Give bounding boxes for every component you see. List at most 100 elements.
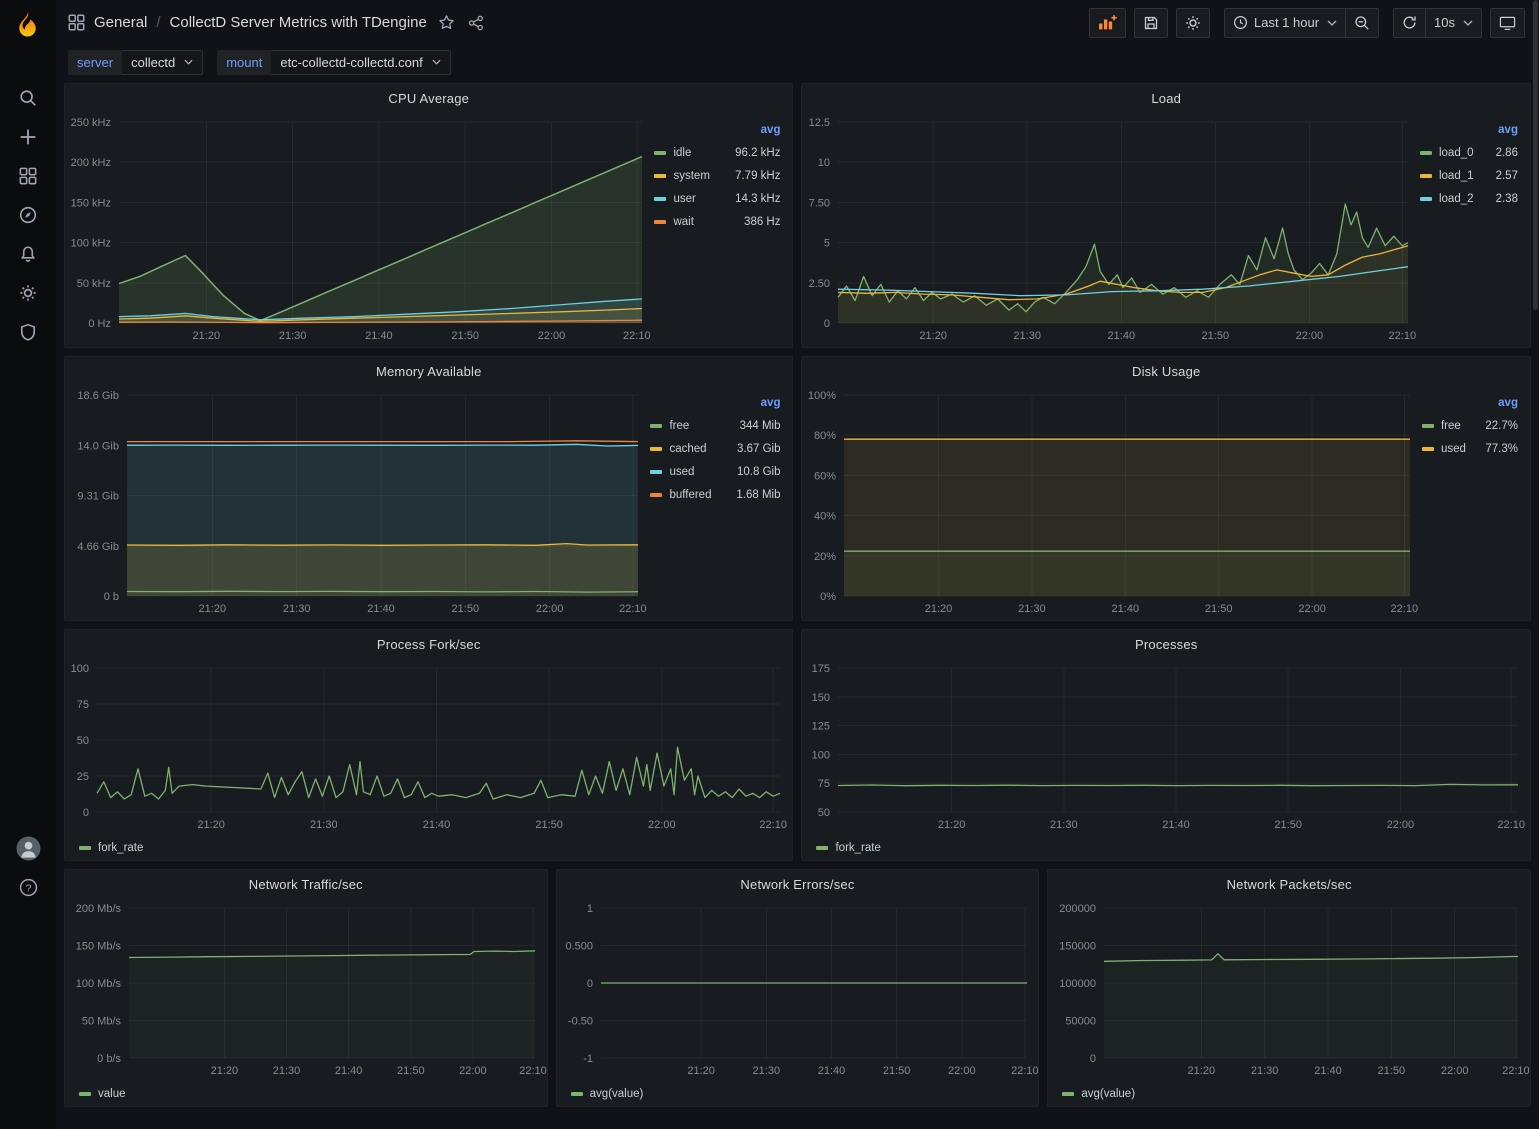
panel-header[interactable]: Process Fork/sec xyxy=(65,630,792,658)
series-color-swatch xyxy=(1420,174,1432,178)
legend-item-avgvalue[interactable]: avg(value) xyxy=(571,1084,644,1104)
sidebar-item-profile[interactable] xyxy=(0,829,56,868)
series-name: buffered xyxy=(669,489,711,501)
panel-header[interactable]: Network Traffic/sec xyxy=(65,870,547,898)
process-fork-chart[interactable]: 025507510021:2021:3021:4021:5022:0022:10 xyxy=(65,658,792,836)
panel-header[interactable]: Network Packets/sec xyxy=(1048,870,1530,898)
series-color-swatch xyxy=(1422,447,1434,451)
dashboard-title[interactable]: CollectD Server Metrics with TDengine xyxy=(170,14,427,31)
share-dashboard-button[interactable] xyxy=(466,13,486,33)
legend-item-value[interactable]: value xyxy=(79,1084,126,1104)
save-dashboard-button[interactable] xyxy=(1134,8,1168,38)
network-traffic-chart[interactable]: 0 b/s50 Mb/s100 Mb/s150 Mb/s200 Mb/s21:2… xyxy=(65,898,547,1082)
panel-header[interactable]: Processes xyxy=(802,630,1530,658)
refresh-interval-picker[interactable]: 10s xyxy=(1426,8,1482,38)
zoom-out-button[interactable] xyxy=(1346,8,1379,38)
series-color-swatch xyxy=(1420,197,1432,201)
sidebar-item-configuration[interactable] xyxy=(0,273,56,312)
sidebar-item-help[interactable]: ? xyxy=(0,868,56,907)
legend-item-load_0[interactable]: load_02.86 xyxy=(1420,141,1518,164)
panel-header[interactable]: CPU Average xyxy=(65,84,792,112)
series-avg-value: 2.57 xyxy=(1484,170,1518,182)
dashboard-settings-button[interactable] xyxy=(1176,8,1210,38)
monitor-icon xyxy=(1499,15,1516,31)
variable-server-label: server xyxy=(68,50,122,75)
svg-text:21:50: 21:50 xyxy=(1378,1065,1406,1077)
sidebar-item-create[interactable] xyxy=(0,117,56,156)
processes-chart[interactable]: 507510012515017521:2021:3021:4021:5022:0… xyxy=(802,658,1530,836)
legend-item-cached[interactable]: cached3.67 Gib xyxy=(650,437,780,460)
load-chart[interactable]: 02.5057.501012.521:2021:3021:4021:5022:0… xyxy=(802,112,1420,347)
legend-item-used[interactable]: used77.3% xyxy=(1422,437,1518,460)
variable-server-value[interactable]: collectd xyxy=(122,50,203,75)
series-avg-value: 3.67 Gib xyxy=(725,443,780,455)
legend-item-wait[interactable]: wait386 Hz xyxy=(654,210,780,233)
legend-item-free[interactable]: free22.7% xyxy=(1422,414,1518,437)
legend-item-fork_rate[interactable]: fork_rate xyxy=(79,838,143,858)
cycle-view-mode-button[interactable] xyxy=(1490,8,1525,38)
svg-text:21:50: 21:50 xyxy=(397,1065,425,1077)
star-dashboard-button[interactable] xyxy=(436,12,457,33)
panel-process-fork: Process Fork/sec 025507510021:2021:3021:… xyxy=(64,629,793,861)
legend-item-load_1[interactable]: load_12.57 xyxy=(1420,164,1518,187)
svg-text:2.50: 2.50 xyxy=(809,278,830,290)
cpu-average-chart[interactable]: 0 Hz50 kHz100 kHz150 kHz200 kHz250 kHz21… xyxy=(65,112,654,347)
network-packets-chart[interactable]: 05000010000015000020000021:2021:3021:402… xyxy=(1048,898,1530,1082)
panel-title[interactable]: Memory Available xyxy=(376,364,482,379)
sidebar-item-dashboards[interactable] xyxy=(0,156,56,195)
svg-text:21:30: 21:30 xyxy=(1051,819,1079,831)
series-color-swatch xyxy=(654,220,666,224)
chart-svg: 025507510021:2021:3021:4021:5022:0022:10 xyxy=(65,658,792,836)
series-color-swatch xyxy=(1062,1092,1074,1096)
svg-text:21:20: 21:20 xyxy=(920,330,948,342)
variable-mount-value[interactable]: etc-collectd-collectd.conf xyxy=(271,50,450,75)
legend-item-system[interactable]: system7.79 kHz xyxy=(654,164,780,187)
grafana-logo[interactable] xyxy=(0,0,56,50)
sidebar-item-explore[interactable] xyxy=(0,195,56,234)
disk-usage-chart[interactable]: 0%20%40%60%80%100%21:2021:3021:4021:5022… xyxy=(802,385,1422,620)
sidebar-item-alerting[interactable] xyxy=(0,234,56,273)
panel-title[interactable]: Network Packets/sec xyxy=(1227,877,1352,892)
legend-item-free[interactable]: free344 Mib xyxy=(650,414,780,437)
svg-text:21:40: 21:40 xyxy=(1112,603,1140,615)
variable-mount[interactable]: mount etc-collectd-collectd.conf xyxy=(217,50,450,75)
sidebar-item-server-admin[interactable] xyxy=(0,312,56,351)
legend-item-buffered[interactable]: buffered1.68 Mib xyxy=(650,483,780,506)
refresh-button[interactable] xyxy=(1393,8,1426,38)
time-range-picker[interactable]: Last 1 hour xyxy=(1224,8,1346,38)
add-panel-button[interactable] xyxy=(1089,8,1126,38)
legend-avg-header: avg xyxy=(654,124,780,136)
legend-item-used[interactable]: used10.8 Gib xyxy=(650,460,780,483)
panel-header[interactable]: Load xyxy=(802,84,1530,112)
legend-item-idle[interactable]: idle96.2 kHz xyxy=(654,141,780,164)
panel-header[interactable]: Disk Usage xyxy=(802,357,1530,385)
dashboards-grid-icon xyxy=(19,167,37,185)
series-avg-value: 96.2 kHz xyxy=(723,147,780,159)
panel-title[interactable]: Network Traffic/sec xyxy=(249,877,363,892)
panel-title[interactable]: Processes xyxy=(1135,637,1198,652)
series-avg-value: 2.38 xyxy=(1484,193,1518,205)
sidebar-item-search[interactable] xyxy=(0,78,56,117)
panel-header[interactable]: Memory Available xyxy=(65,357,792,385)
svg-text:21:20: 21:20 xyxy=(1188,1065,1216,1077)
series-name: fork_rate xyxy=(98,842,143,854)
legend-item-avgvalue[interactable]: avg(value) xyxy=(1062,1084,1135,1104)
legend-item-fork_rate[interactable]: fork_rate xyxy=(816,838,880,858)
page-scrollbar[interactable] xyxy=(1532,0,1539,1129)
panel-title[interactable]: Process Fork/sec xyxy=(377,637,481,652)
panel-title[interactable]: CPU Average xyxy=(388,91,469,106)
network-errors-chart[interactable]: -1-0.5000.500121:2021:3021:4021:5022:002… xyxy=(557,898,1039,1082)
svg-text:22:10: 22:10 xyxy=(623,330,651,342)
panel-title[interactable]: Network Errors/sec xyxy=(740,877,854,892)
sidebar-bottom: ? xyxy=(0,801,56,907)
scrollbar-thumb[interactable] xyxy=(1533,0,1538,310)
panel-header[interactable]: Network Errors/sec xyxy=(557,870,1039,898)
memory-available-chart[interactable]: 0 b4.66 Gib9.31 Gib14.0 Gib18.6 Gib21:20… xyxy=(65,385,650,620)
svg-text:14.0 Gib: 14.0 Gib xyxy=(77,440,119,452)
breadcrumb-section[interactable]: General xyxy=(94,14,147,31)
variable-server[interactable]: server collectd xyxy=(68,50,203,75)
legend-item-user[interactable]: user14.3 kHz xyxy=(654,187,780,210)
panel-title[interactable]: Load xyxy=(1151,91,1181,106)
panel-title[interactable]: Disk Usage xyxy=(1132,364,1200,379)
legend-item-load_2[interactable]: load_22.38 xyxy=(1420,187,1518,210)
